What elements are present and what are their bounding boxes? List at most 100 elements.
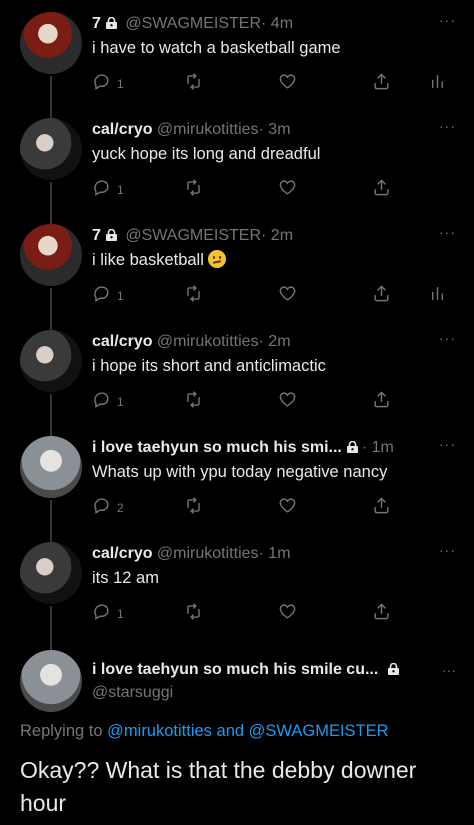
like-button[interactable] [278, 284, 297, 308]
display-name[interactable]: cal/cryo [92, 545, 152, 562]
timestamp[interactable]: · 1m [259, 545, 291, 562]
share-button[interactable] [372, 496, 391, 520]
lock-icon [346, 441, 358, 453]
tweet-text: yuck hope its long and dreadful [92, 145, 321, 163]
more-icon[interactable]: ··· [442, 662, 456, 678]
reply-count: 2 [117, 501, 124, 515]
display-name[interactable]: 7 [92, 15, 101, 32]
retweet-button[interactable] [184, 602, 203, 626]
share-icon [372, 178, 391, 202]
like-button[interactable] [278, 178, 297, 202]
thread-line [50, 106, 52, 118]
reply-icon [92, 284, 111, 308]
reply-icon [92, 178, 111, 202]
analytics-button[interactable] [428, 72, 447, 96]
reply-button[interactable]: 1 [92, 284, 124, 308]
thread-line [50, 288, 52, 318]
retweet-icon [184, 178, 203, 202]
like-button[interactable] [278, 390, 297, 414]
avatar[interactable] [20, 118, 82, 180]
timestamp[interactable]: · 2m [259, 333, 291, 350]
retweet-icon [184, 602, 203, 626]
handle[interactable]: @SWAGMEISTER [121, 227, 261, 244]
share-button[interactable] [372, 390, 391, 414]
mention-link[interactable]: @mirukotitties [107, 722, 212, 740]
tweet-text: Okay?? What is that the debby downer hou… [20, 757, 417, 816]
like-button[interactable] [278, 72, 297, 96]
tweet-actions: 1 [92, 178, 452, 200]
more-icon[interactable]: ··· [439, 118, 456, 134]
timestamp[interactable]: · 1m [362, 439, 394, 456]
more-icon[interactable]: ··· [439, 12, 456, 28]
handle[interactable]: @mirukotitties [152, 121, 259, 138]
reply-icon [92, 496, 111, 520]
share-icon [372, 496, 391, 520]
tweet-row[interactable]: cal/cryo @mirukotitties· 2m ··· i hope i… [0, 318, 474, 424]
analytics-icon [428, 72, 447, 96]
tweet-text: i have to watch a basketball game [92, 39, 341, 57]
retweet-button[interactable] [184, 390, 203, 414]
share-button[interactable] [372, 72, 391, 96]
thread-line [50, 318, 52, 330]
timestamp[interactable]: · 2m [261, 227, 293, 244]
share-button[interactable] [372, 602, 391, 626]
tweet-text: i hope its short and anticlimactic [92, 357, 326, 375]
avatar[interactable] [20, 650, 82, 712]
handle[interactable]: @starsuggi [92, 684, 173, 702]
timestamp[interactable]: · 3m [259, 121, 291, 138]
tweet-row[interactable]: 7 @SWAGMEISTER· 2m ··· i like basketball… [0, 212, 474, 318]
mention-link[interactable]: @SWAGMEISTER [249, 722, 389, 740]
share-icon [372, 284, 391, 308]
display-name[interactable]: i love taehyun so much his smile cu... [92, 661, 378, 678]
confused-face-icon [207, 250, 226, 268]
tweet-text: i like basketball [92, 250, 454, 271]
like-button[interactable] [278, 602, 297, 626]
reply-count: 1 [117, 395, 124, 409]
tweet-row[interactable]: cal/cryo @mirukotitties· 1m ··· its 12 a… [0, 530, 474, 636]
tweet-row[interactable]: i love taehyun so much his smi... · 1m ··… [0, 424, 474, 530]
heart-icon [278, 496, 297, 520]
display-name[interactable]: 7 [92, 227, 101, 244]
reply-button[interactable]: 1 [92, 390, 124, 414]
share-button[interactable] [372, 284, 391, 308]
reply-button[interactable]: 1 [92, 72, 124, 96]
avatar[interactable] [20, 12, 82, 74]
reply-button[interactable]: 2 [92, 496, 124, 520]
more-icon[interactable]: ··· [439, 542, 456, 558]
more-icon[interactable]: ··· [439, 436, 456, 452]
timestamp[interactable]: · 4m [261, 15, 293, 32]
handle[interactable]: @mirukotitties [152, 333, 259, 350]
tweet-row[interactable]: 7 @SWAGMEISTER· 4m ··· i have to watch a… [0, 0, 474, 106]
share-button[interactable] [372, 178, 391, 202]
more-icon[interactable]: ··· [439, 224, 456, 240]
display-name[interactable]: i love taehyun so much his smi... [92, 439, 342, 456]
reply-icon [92, 602, 111, 626]
retweet-button[interactable] [184, 496, 203, 520]
thread-line [50, 212, 52, 224]
tweet-row[interactable]: cal/cryo @mirukotitties· 3m ··· yuck hop… [0, 106, 474, 212]
avatar[interactable] [20, 436, 82, 498]
reply-button[interactable]: 1 [92, 178, 124, 202]
display-name[interactable]: cal/cryo [92, 333, 152, 350]
like-button[interactable] [278, 496, 297, 520]
tweet-text: Whats up with ypu today negative nancy [92, 463, 388, 481]
more-icon[interactable]: ··· [439, 330, 456, 346]
lock-icon [105, 17, 117, 29]
retweet-button[interactable] [184, 284, 203, 308]
handle[interactable]: @SWAGMEISTER [121, 15, 261, 32]
avatar[interactable] [20, 330, 82, 392]
retweet-button[interactable] [184, 72, 203, 96]
handle[interactable]: @mirukotitties [152, 545, 259, 562]
thread-line [50, 500, 52, 530]
display-name[interactable]: cal/cryo [92, 121, 152, 138]
heart-icon [278, 178, 297, 202]
avatar[interactable] [20, 224, 82, 286]
reply-button[interactable]: 1 [92, 602, 124, 626]
retweet-button[interactable] [184, 178, 203, 202]
avatar[interactable] [20, 542, 82, 604]
analytics-button[interactable] [428, 284, 447, 308]
tweet-actions: 1 [92, 602, 452, 624]
lock-icon [105, 229, 117, 241]
retweet-icon [184, 390, 203, 414]
replying-to: Replying to @mirukotitties and @SWAGMEIS… [20, 722, 389, 740]
